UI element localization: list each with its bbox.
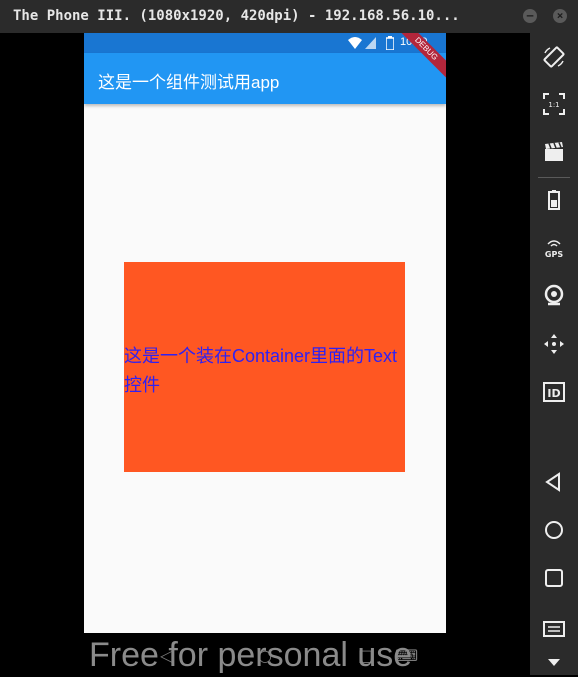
fullscreen-label: 1:1 [548, 101, 559, 109]
signal-icon [365, 37, 376, 49]
menu-button[interactable] [538, 610, 570, 642]
phone-screen: 10:09 这是一个组件测试用app DEBUG 这是一个装在Container… [84, 33, 446, 633]
move-button[interactable] [538, 328, 570, 360]
battery-icon [548, 190, 560, 210]
home-icon [545, 521, 563, 539]
battery-button[interactable] [538, 184, 570, 216]
container-text: 这是一个装在Container里面的Text控件 [124, 346, 398, 395]
move-icon [544, 334, 564, 354]
screen-record-button[interactable] [538, 136, 570, 168]
emulator-toolbar: 1:1 GPS ID [530, 33, 578, 675]
wifi-icon [348, 37, 362, 49]
recents-icon [545, 569, 563, 587]
minimize-button[interactable]: – [523, 9, 537, 23]
recents-button[interactable] [538, 562, 570, 594]
gps-label: GPS [545, 250, 563, 259]
app-title: 这是一个组件测试用app [98, 73, 280, 92]
gps-button[interactable]: GPS [538, 232, 570, 264]
rotate-icon [543, 46, 565, 68]
container-box: 这是一个装在Container里面的Text控件 [124, 262, 405, 472]
camera-button[interactable] [538, 280, 570, 312]
close-button[interactable]: × [553, 9, 567, 23]
fullscreen-button[interactable]: 1:1 [538, 88, 570, 120]
rotate-button[interactable] [538, 41, 570, 73]
status-bar: 10:09 [84, 33, 446, 53]
watermark: Free for personal use [89, 636, 413, 674]
camera-icon [544, 284, 564, 306]
window-titlebar: The Phone III. (1080x1920, 420dpi) - 192… [0, 0, 578, 33]
home-button[interactable] [538, 514, 570, 546]
menu-icon [543, 621, 565, 637]
screen-record-icon [545, 142, 563, 161]
back-button[interactable] [538, 466, 570, 498]
window-title: The Phone III. (1080x1920, 420dpi) - 192… [13, 8, 460, 24]
back-icon [545, 472, 560, 492]
identifiers-label: ID [547, 387, 560, 400]
battery-status-icon [386, 36, 394, 50]
identifiers-icon: ID [543, 382, 565, 402]
gps-icon: GPS [545, 240, 563, 259]
identifiers-button[interactable]: ID [538, 376, 570, 408]
fullscreen-icon: 1:1 [543, 93, 565, 115]
more-button[interactable] [538, 645, 570, 677]
app-bar: 这是一个组件测试用app [84, 53, 446, 104]
chevron-down-icon [548, 659, 560, 666]
